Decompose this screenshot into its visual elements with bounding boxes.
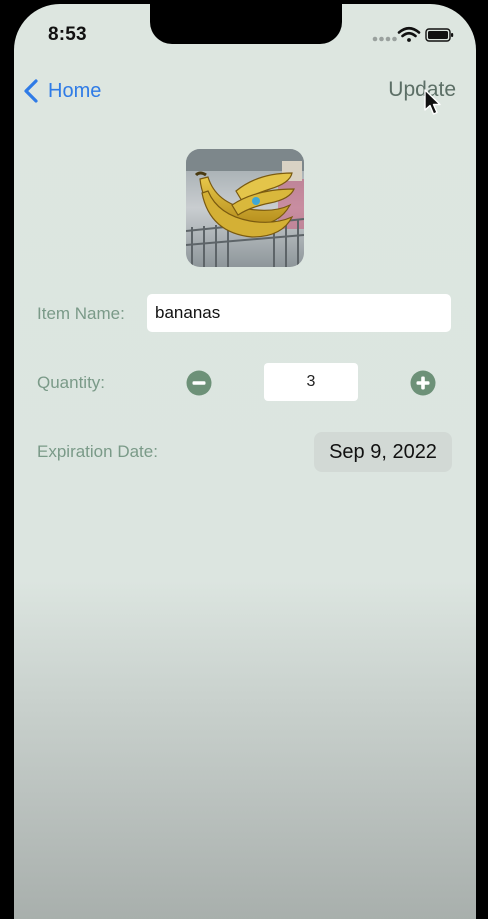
back-button-label: Home — [48, 79, 102, 102]
quantity-value: 3 — [306, 373, 316, 390]
expiration-date-value: Sep 9, 2022 — [329, 440, 437, 463]
wifi-icon — [397, 26, 421, 42]
item-name-value: bananas — [155, 303, 221, 322]
status-icons — [372, 24, 456, 46]
mouse-cursor-icon — [424, 89, 441, 115]
battery-icon — [425, 28, 454, 42]
status-time: 8:53 — [48, 24, 87, 45]
device-notch — [150, 4, 342, 44]
quantity-field[interactable]: 3 — [264, 363, 358, 401]
quantity-label: Quantity: — [37, 373, 106, 392]
minus-icon — [192, 381, 206, 385]
phone-device: 8:53 Home Update Item Name: bananas Quan… — [0, 0, 488, 919]
expiration-date-picker[interactable]: Sep 9, 2022 — [314, 432, 452, 472]
chevron-left-icon — [24, 79, 38, 103]
back-button[interactable]: Home — [22, 76, 101, 106]
signal-dots-icon — [372, 36, 397, 42]
app-screen: 8:53 Home Update Item Name: bananas Quan… — [14, 4, 476, 919]
increment-button[interactable] — [410, 370, 436, 396]
update-button[interactable]: Update — [388, 78, 456, 102]
item-name-input[interactable]: bananas — [147, 294, 451, 332]
decrement-button[interactable] — [186, 370, 212, 396]
expiration-date-label: Expiration Date: — [37, 442, 158, 461]
item-name-label: Item Name: — [37, 304, 125, 323]
bananas-photo-icon — [186, 149, 304, 267]
item-photo[interactable] — [186, 149, 304, 267]
